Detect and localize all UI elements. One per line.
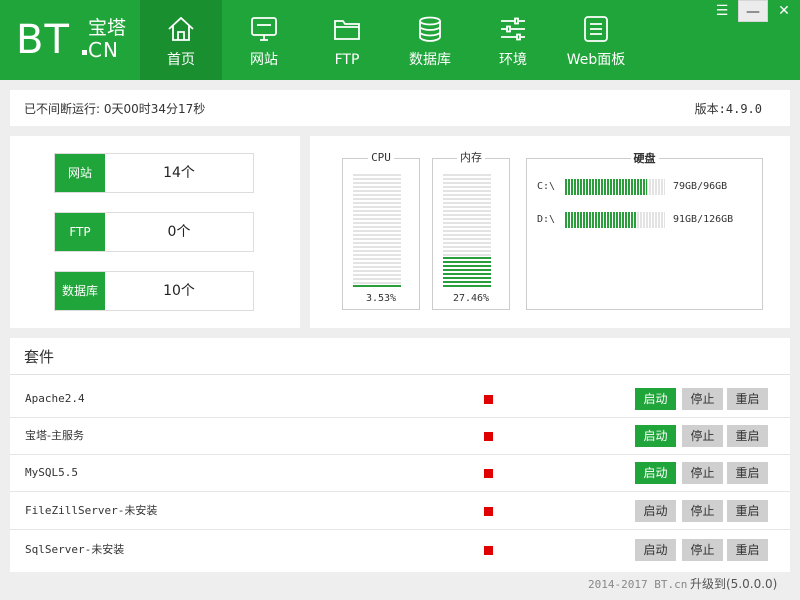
service-name: MySQL5.5 — [25, 466, 78, 479]
start-button[interactable]: 启动 — [635, 539, 676, 561]
disk-row-d: D:\ 91GB/126GB — [537, 212, 757, 228]
service-name: 宝塔-主服务 — [25, 429, 84, 442]
uptime-text: 已不间断运行: 0天00时34分17秒 — [24, 102, 206, 116]
services-panel: 套件 Apache2.4 启动 停止 重启 宝塔-主服务 启动 停止 重启 My… — [10, 338, 790, 572]
cpu-gauge-fill — [353, 284, 401, 289]
service-row-filezilla: FileZillServer-未安装 启动 停止 重启 — [10, 492, 790, 530]
memory-gauge-title: 内存 — [457, 151, 485, 164]
restart-button[interactable]: 重启 — [727, 462, 768, 484]
logo-dot — [82, 50, 87, 55]
stat-database-label: 数据库 — [55, 272, 105, 310]
resources-panel: CPU 3.53% 内存 27.46% 硬盘 C:\ 79GB/96GB D:\… — [310, 136, 790, 328]
cpu-gauge-track — [353, 174, 401, 289]
sliders-icon — [501, 17, 525, 41]
service-row-apache: Apache2.4 启动 停止 重启 — [10, 380, 790, 418]
window-minimize-button[interactable]: — — [738, 0, 768, 22]
services-divider — [10, 374, 790, 375]
start-button[interactable]: 启动 — [635, 388, 676, 410]
disk-c-size: 79GB/96GB — [673, 181, 728, 192]
services-title: 套件 — [24, 348, 55, 366]
service-status-indicator — [484, 546, 493, 555]
cpu-gauge: CPU 3.53% — [342, 151, 420, 310]
window-close-button[interactable]: ✕ — [768, 0, 800, 22]
memory-percent: 27.46% — [452, 293, 490, 304]
status-bar: 已不间断运行: 0天00时34分17秒 版本:4.9.0 — [10, 90, 790, 126]
nav-websites-label: 网站 — [250, 52, 278, 68]
list-icon — [584, 16, 608, 42]
restart-button[interactable]: 重启 — [727, 500, 768, 522]
nav-home[interactable]: 首页 — [140, 0, 222, 80]
stat-websites-label: 网站 — [55, 154, 105, 192]
main-nav: 首页 网站 FTP 数据库 环境 Web面板 — [140, 0, 638, 80]
stat-websites-value: 14个 — [163, 165, 195, 181]
service-status-indicator — [484, 395, 493, 404]
monitor-icon — [251, 17, 277, 41]
stop-button[interactable]: 停止 — [682, 388, 723, 410]
memory-gauge-track — [443, 174, 491, 289]
stat-database-value: 10个 — [163, 283, 195, 299]
folder-icon — [334, 20, 360, 40]
disk-panel: 硬盘 C:\ 79GB/96GB D:\ 91GB/126GB — [526, 152, 763, 310]
service-row-sqlserver: SqlServer-未安装 启动 停止 重启 — [10, 531, 790, 569]
stats-panel: 网站 14个 FTP 0个 数据库 10个 — [10, 136, 300, 328]
database-icon — [419, 16, 441, 42]
logo-zh-text: 宝塔 — [88, 17, 127, 39]
bt-logo: BT 宝塔 CN — [16, 14, 136, 66]
memory-gauge: 内存 27.46% — [432, 151, 510, 310]
restart-button[interactable]: 重启 — [727, 539, 768, 561]
stat-ftp[interactable]: FTP 0个 — [54, 212, 254, 252]
nav-database[interactable]: 数据库 — [388, 0, 472, 80]
disk-title: 硬盘 — [630, 152, 659, 165]
upgrade-link[interactable]: 升级到(5.0.0.0) — [690, 577, 777, 591]
footer-copyright: 2014-2017 BT.cn — [588, 578, 688, 591]
window-menu-button[interactable]: ☰ — [708, 0, 736, 22]
service-row-mysql: MySQL5.5 启动 停止 重启 — [10, 454, 790, 492]
restart-button[interactable]: 重启 — [727, 388, 768, 410]
service-row-bt-main: 宝塔-主服务 启动 停止 重启 — [10, 417, 790, 455]
service-name: FileZillServer-未安装 — [25, 504, 158, 517]
stop-button[interactable]: 停止 — [682, 539, 723, 561]
disk-row-c: C:\ 79GB/96GB — [537, 179, 757, 195]
nav-web-panel-label: Web面板 — [566, 52, 626, 68]
service-status-indicator — [484, 507, 493, 516]
restart-button[interactable]: 重启 — [727, 425, 768, 447]
cpu-percent: 3.53% — [365, 293, 397, 304]
stat-ftp-value: 0个 — [167, 224, 191, 240]
nav-web-panel[interactable]: Web面板 — [554, 0, 638, 80]
stop-button[interactable]: 停止 — [682, 425, 723, 447]
app-header: BT 宝塔 CN 首页 网站 FTP 数据库 环境 Web面板 ☰ — ✕ — [0, 0, 800, 80]
version-text: 版本:4.9.0 — [694, 102, 762, 116]
nav-environment[interactable]: 环境 — [472, 0, 554, 80]
disk-c-bar — [565, 179, 665, 195]
nav-ftp[interactable]: FTP — [306, 0, 388, 80]
service-name: SqlServer-未安装 — [25, 543, 125, 556]
start-button[interactable]: 启动 — [635, 462, 676, 484]
service-status-indicator — [484, 432, 493, 441]
disk-d-fill — [565, 212, 638, 228]
cpu-gauge-title: CPU — [368, 151, 394, 164]
stop-button[interactable]: 停止 — [682, 462, 723, 484]
memory-gauge-fill — [443, 257, 491, 289]
disk-c-fill — [565, 179, 648, 195]
nav-ftp-label: FTP — [334, 52, 360, 68]
disk-d-size: 91GB/126GB — [673, 214, 734, 225]
service-status-indicator — [484, 469, 493, 478]
service-name: Apache2.4 — [25, 392, 85, 405]
nav-websites[interactable]: 网站 — [222, 0, 306, 80]
nav-home-label: 首页 — [167, 52, 195, 68]
stat-websites[interactable]: 网站 14个 — [54, 153, 254, 193]
disk-c-label: C:\ — [537, 181, 556, 192]
start-button[interactable]: 启动 — [635, 425, 676, 447]
disk-d-bar — [565, 212, 665, 228]
nav-database-label: 数据库 — [409, 52, 451, 68]
stat-ftp-label: FTP — [55, 213, 105, 251]
stop-button[interactable]: 停止 — [682, 500, 723, 522]
logo-bt-text: BT — [16, 17, 70, 63]
start-button[interactable]: 启动 — [635, 500, 676, 522]
logo-cn-text: CN — [88, 38, 119, 62]
nav-environment-label: 环境 — [499, 52, 527, 68]
home-icon — [168, 16, 194, 41]
disk-d-label: D:\ — [537, 214, 556, 225]
stat-database[interactable]: 数据库 10个 — [54, 271, 254, 311]
